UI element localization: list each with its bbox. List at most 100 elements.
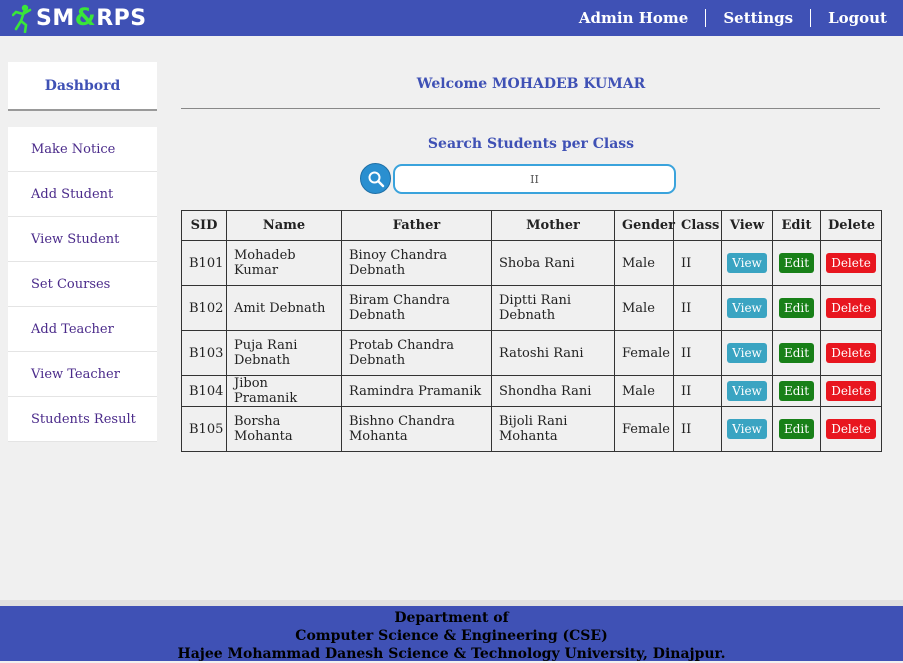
cell-edit: Edit: [772, 285, 821, 331]
cell-name: Borsha Mohanta: [226, 406, 342, 452]
column-header-name: Name: [226, 210, 342, 241]
table-header-row: SID Name Father Mother Gender Class View…: [181, 210, 882, 241]
cell-class: II: [673, 375, 722, 407]
table-row: B101 Mohadeb Kumar Binoy Chandra Debnath…: [181, 240, 882, 286]
view-button[interactable]: View: [727, 298, 767, 318]
search-button[interactable]: [360, 163, 391, 194]
cell-mother: Shondha Rani: [491, 375, 615, 407]
column-header-father: Father: [341, 210, 492, 241]
nav-links: Admin Home Settings Logout: [562, 0, 903, 36]
column-header-view: View: [721, 210, 773, 241]
logo-text: SM&RPS: [36, 1, 147, 35]
nav-settings[interactable]: Settings: [706, 9, 810, 27]
view-button[interactable]: View: [727, 419, 767, 439]
cell-delete: Delete: [820, 330, 882, 376]
cell-gender: Male: [614, 240, 674, 286]
cell-edit: Edit: [772, 240, 821, 286]
cell-class: II: [673, 330, 722, 376]
sidebar-item-students-result[interactable]: Students Result: [8, 397, 157, 442]
nav-logout[interactable]: Logout: [811, 9, 903, 27]
delete-button[interactable]: Delete: [826, 298, 876, 318]
cell-class: II: [673, 285, 722, 331]
cell-sid: B102: [181, 285, 227, 331]
cell-class: II: [673, 406, 722, 452]
delete-button[interactable]: Delete: [826, 419, 876, 439]
cell-mother: Ratoshi Rani: [491, 330, 615, 376]
column-header-mother: Mother: [491, 210, 615, 241]
cell-mother: Shoba Rani: [491, 240, 615, 286]
column-header-delete: Delete: [820, 210, 882, 241]
cell-father: Binoy Chandra Debnath: [341, 240, 492, 286]
cell-mother: Diptti Rani Debnath: [491, 285, 615, 331]
delete-button[interactable]: Delete: [826, 343, 876, 363]
view-button[interactable]: View: [727, 343, 767, 363]
cell-edit: Edit: [772, 375, 821, 407]
column-header-sid: SID: [181, 210, 227, 241]
cell-view: View: [721, 406, 773, 452]
cell-name: Puja Rani Debnath: [226, 330, 342, 376]
sidebar-heading[interactable]: Dashbord: [8, 62, 157, 111]
cell-name: Jibon Pramanik: [226, 375, 342, 407]
welcome-message: Welcome MOHADEB KUMAR: [416, 76, 646, 92]
table-row: B105 Borsha Mohanta Bishno Chandra Mohan…: [181, 406, 882, 452]
edit-button[interactable]: Edit: [778, 343, 815, 363]
logo-prefix: SM: [36, 6, 75, 31]
sidebar-item-add-teacher[interactable]: Add Teacher: [8, 307, 157, 352]
table-row: B103 Puja Rani Debnath Protab Chandra De…: [181, 330, 882, 376]
cell-sid: B101: [181, 240, 227, 286]
sidebar-item-make-notice[interactable]: Make Notice: [8, 127, 157, 172]
cell-father: Biram Chandra Debnath: [341, 285, 492, 331]
top-navbar: SM&RPS Admin Home Settings Logout: [0, 0, 903, 36]
edit-button[interactable]: Edit: [778, 253, 815, 273]
cell-name: Amit Debnath: [226, 285, 342, 331]
cell-edit: Edit: [772, 330, 821, 376]
view-button[interactable]: View: [727, 381, 767, 401]
sidebar-item-view-teacher[interactable]: View Teacher: [8, 352, 157, 397]
nav-admin-home[interactable]: Admin Home: [562, 9, 705, 27]
cell-sid: B104: [181, 375, 227, 407]
running-figure-icon: [12, 4, 32, 33]
cell-name: Mohadeb Kumar: [226, 240, 342, 286]
sidebar: Dashbord Make Notice Add Student View St…: [8, 62, 157, 442]
cell-class: II: [673, 240, 722, 286]
sidebar-item-add-student[interactable]: Add Student: [8, 172, 157, 217]
cell-view: View: [721, 330, 773, 376]
cell-father: Ramindra Pramanik: [341, 375, 492, 407]
footer-university: Hajee Mohammad Danesh Science & Technolo…: [177, 646, 726, 662]
search-title: Search Students per Class: [427, 136, 635, 152]
edit-button[interactable]: Edit: [778, 381, 815, 401]
cell-delete: Delete: [820, 240, 882, 286]
delete-button[interactable]: Delete: [826, 253, 876, 273]
search-input[interactable]: [393, 164, 676, 194]
divider: [181, 108, 880, 109]
cell-mother: Bijoli Rani Mohanta: [491, 406, 615, 452]
sidebar-item-view-student[interactable]: View Student: [8, 217, 157, 262]
cell-view: View: [721, 240, 773, 286]
view-button[interactable]: View: [727, 253, 767, 273]
students-table: SID Name Father Mother Gender Class View…: [181, 210, 882, 452]
sidebar-item-set-courses[interactable]: Set Courses: [8, 262, 157, 307]
edit-button[interactable]: Edit: [778, 419, 815, 439]
cell-view: View: [721, 375, 773, 407]
edit-button[interactable]: Edit: [778, 298, 815, 318]
app-logo[interactable]: SM&RPS: [12, 2, 147, 34]
footer-program: Computer Science & Engineering (CSE): [295, 628, 608, 644]
column-header-class: Class: [673, 210, 722, 241]
cell-gender: Female: [614, 406, 674, 452]
logo-suffix: RPS: [96, 6, 147, 31]
search-icon: [368, 171, 384, 187]
delete-button[interactable]: Delete: [826, 381, 876, 401]
column-header-edit: Edit: [772, 210, 821, 241]
cell-gender: Female: [614, 330, 674, 376]
cell-edit: Edit: [772, 406, 821, 452]
cell-delete: Delete: [820, 406, 882, 452]
cell-view: View: [721, 285, 773, 331]
footer: Department of Computer Science & Enginee…: [0, 600, 903, 662]
cell-sid: B103: [181, 330, 227, 376]
cell-gender: Male: [614, 285, 674, 331]
sidebar-menu: Make Notice Add Student View Student Set…: [8, 127, 157, 442]
cell-father: Protab Chandra Debnath: [341, 330, 492, 376]
cell-sid: B105: [181, 406, 227, 452]
table-row: B104 Jibon Pramanik Ramindra Pramanik Sh…: [181, 375, 882, 407]
footer-department: Department of: [394, 610, 509, 626]
